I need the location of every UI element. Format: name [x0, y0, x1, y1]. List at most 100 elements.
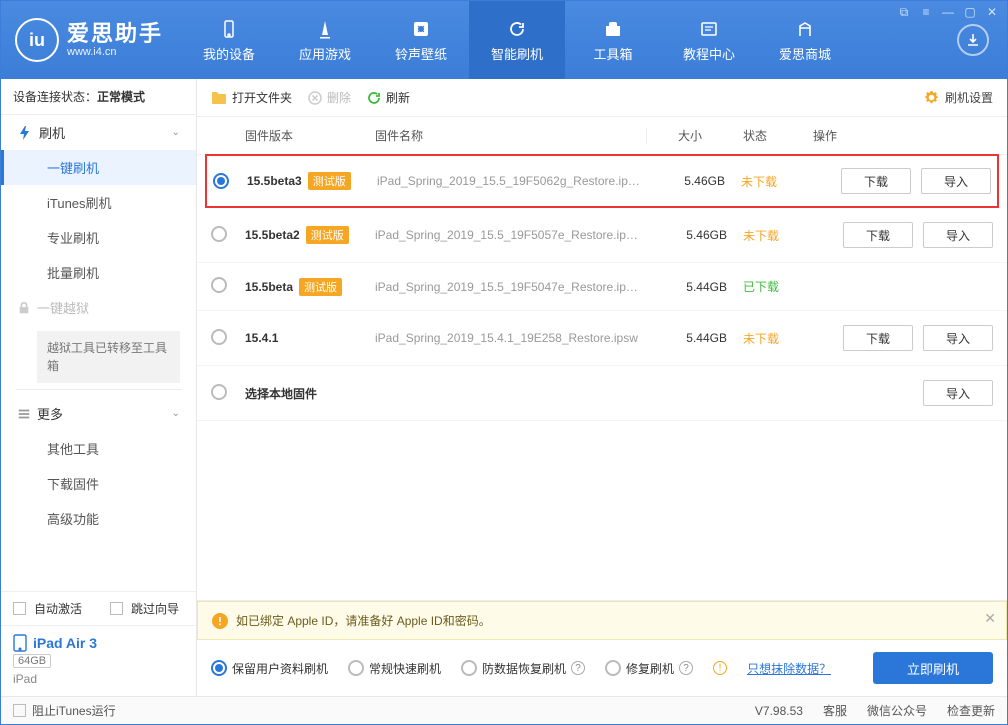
close-button[interactable]: ✕: [985, 5, 999, 19]
delete-button: 删除: [308, 89, 351, 106]
logo[interactable]: iu 爱思助手 www.i4.cn: [1, 18, 181, 62]
top-nav: 我的设备 应用游戏铃声壁纸 智能刷机工具箱教程中心 爱思商城: [181, 1, 853, 79]
sidebar-group-flash[interactable]: 刷机 ⌄: [1, 115, 196, 150]
jailbreak-note: 越狱工具已转移至工具箱: [37, 331, 180, 383]
chevron-down-icon: ⌄: [172, 127, 180, 138]
skip-guide-checkbox[interactable]: [110, 602, 123, 615]
auto-activate-label: 自动激活: [34, 600, 82, 617]
local-firmware-radio[interactable]: [211, 384, 227, 400]
notice-text: 如已绑定 Apple ID，请准备好 Apple ID和密码。: [236, 612, 491, 629]
download-button[interactable]: 下载: [843, 325, 913, 351]
firmware-radio[interactable]: [213, 173, 229, 189]
wc-list-icon[interactable]: ≡: [919, 5, 933, 19]
help-icon[interactable]: ?: [571, 661, 585, 675]
topnav-icon: [218, 18, 240, 40]
block-itunes-checkbox[interactable]: [13, 704, 26, 717]
device-capacity: 64GB: [13, 654, 51, 668]
gear-icon: [924, 90, 939, 105]
sidebar-item[interactable]: 批量刷机: [1, 255, 196, 290]
topnav-icon: [602, 18, 624, 40]
firmware-status: 未下载: [733, 330, 813, 347]
footer-check-update[interactable]: 检查更新: [947, 702, 995, 719]
topnav-item-3[interactable]: 智能刷机: [469, 1, 565, 79]
flash-now-button[interactable]: 立即刷机: [873, 652, 993, 684]
flash-option[interactable]: 保留用户资料刷机: [211, 660, 328, 677]
footer: 阻止iTunes运行 V7.98.53 客服 微信公众号 检查更新: [1, 696, 1007, 724]
chevron-down-icon: ⌄: [172, 408, 180, 419]
refresh-button[interactable]: 刷新: [367, 89, 410, 106]
table-header: 固件版本 固件名称 大小 状态 操作: [197, 117, 1007, 155]
flash-option[interactable]: 修复刷机?: [605, 660, 693, 677]
logo-icon: iu: [15, 18, 59, 62]
footer-wechat[interactable]: 微信公众号: [867, 702, 927, 719]
flash-option-radio[interactable]: [211, 660, 227, 676]
sidebar-group-more[interactable]: 更多 ⌄: [1, 396, 196, 431]
topnav-item-4[interactable]: 工具箱: [565, 1, 661, 79]
firmware-row: 15.4.1iPad_Spring_2019_15.4.1_19E258_Res…: [197, 311, 1007, 366]
topnav-item-0[interactable]: 我的设备: [181, 1, 277, 79]
device-name: iPad Air 3: [33, 635, 97, 651]
flash-option-radio[interactable]: [461, 660, 477, 676]
delete-icon: [308, 91, 322, 105]
notice-close-button[interactable]: ✕: [984, 610, 996, 627]
topnav-item-2[interactable]: 铃声壁纸: [373, 1, 469, 79]
refresh-icon: [367, 91, 381, 105]
delete-label: 删除: [327, 89, 351, 106]
flash-option[interactable]: 防数据恢复刷机?: [461, 660, 585, 677]
sidebar-item[interactable]: 高级功能: [1, 501, 196, 536]
topnav-item-6[interactable]: 爱思商城: [757, 1, 853, 79]
flash-option-radio[interactable]: [605, 660, 621, 676]
wc-grid-icon[interactable]: ⧉: [897, 5, 911, 19]
topnav-label: 我的设备: [203, 44, 255, 63]
sidebar-item[interactable]: 下载固件: [1, 466, 196, 501]
erase-data-link[interactable]: 只想抹除数据？: [747, 660, 831, 677]
topnav-item-1[interactable]: 应用游戏: [277, 1, 373, 79]
footer-support[interactable]: 客服: [823, 702, 847, 719]
flash-option-label: 防数据恢复刷机: [482, 660, 566, 677]
firmware-row: 15.5beta3测试版iPad_Spring_2019_15.5_19F506…: [205, 154, 999, 208]
topnav-label: 教程中心: [683, 44, 735, 63]
import-button[interactable]: 导入: [923, 325, 993, 351]
flash-option[interactable]: 常规快速刷机: [348, 660, 441, 677]
import-button[interactable]: 导入: [923, 222, 993, 248]
download-button[interactable]: 下载: [841, 168, 911, 194]
downloads-button[interactable]: [957, 24, 989, 56]
sidebar-item[interactable]: iTunes刷机: [1, 185, 196, 220]
sidebar-item[interactable]: 一键刷机: [1, 150, 196, 185]
firmware-radio[interactable]: [211, 277, 227, 293]
flash-settings-button[interactable]: 刷机设置: [924, 89, 993, 106]
lock-icon: [17, 301, 31, 315]
col-action: 操作: [813, 127, 993, 144]
open-folder-button[interactable]: 打开文件夹: [211, 89, 292, 106]
device-info[interactable]: iPad Air 3 64GB iPad: [1, 625, 196, 696]
firmware-size: 5.46GB: [645, 174, 731, 188]
firmware-row: 15.5beta测试版iPad_Spring_2019_15.5_19F5047…: [197, 263, 1007, 311]
flash-option-radio[interactable]: [348, 660, 364, 676]
firmware-filename: iPad_Spring_2019_15.5_19F5047e_Restore.i…: [375, 280, 647, 294]
firmware-radio[interactable]: [211, 329, 227, 345]
download-icon: [965, 32, 981, 48]
firmware-status: 未下载: [731, 173, 811, 190]
local-firmware-label: 选择本地固件: [245, 385, 317, 402]
col-version: 固件版本: [245, 127, 375, 144]
refresh-label: 刷新: [386, 89, 410, 106]
topnav-icon: [794, 18, 816, 40]
download-button[interactable]: 下载: [843, 222, 913, 248]
info-icon[interactable]: !: [713, 661, 727, 675]
sidebar-item[interactable]: 专业刷机: [1, 220, 196, 255]
import-button[interactable]: 导入: [923, 380, 993, 406]
firmware-filename: iPad_Spring_2019_15.5_19F5062g_Restore.i…: [377, 174, 645, 188]
firmware-version: 15.5beta3: [247, 174, 302, 188]
maximize-button[interactable]: ▢: [963, 5, 977, 19]
app-site: www.i4.cn: [67, 46, 163, 58]
import-button[interactable]: 导入: [921, 168, 991, 194]
minimize-button[interactable]: —: [941, 5, 955, 19]
firmware-row: 15.5beta2测试版iPad_Spring_2019_15.5_19F505…: [197, 208, 1007, 263]
sidebar-item[interactable]: 其他工具: [1, 431, 196, 466]
topnav-label: 铃声壁纸: [395, 44, 447, 63]
auto-activate-checkbox[interactable]: [13, 602, 26, 615]
help-icon[interactable]: ?: [679, 661, 693, 675]
app-title: 爱思助手: [67, 22, 163, 46]
topnav-item-5[interactable]: 教程中心: [661, 1, 757, 79]
firmware-radio[interactable]: [211, 226, 227, 242]
